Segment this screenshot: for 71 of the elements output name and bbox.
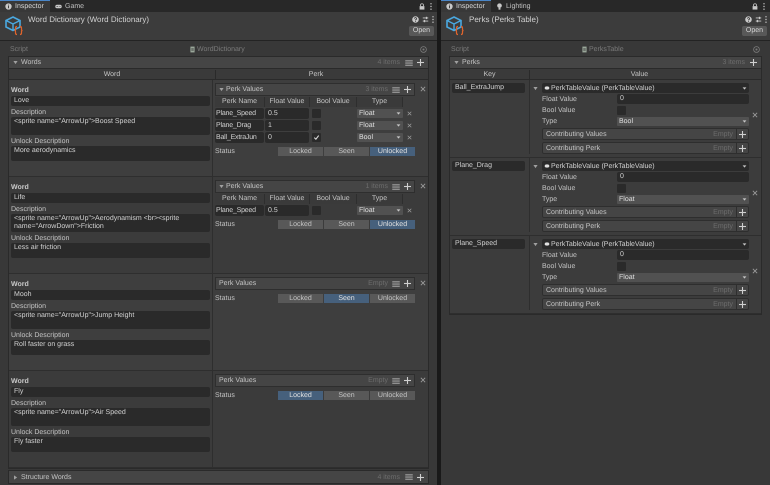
object-picker-icon[interactable] [420, 46, 427, 52]
remove-icon[interactable] [420, 280, 426, 286]
list-icon[interactable] [392, 86, 400, 92]
add-icon[interactable] [750, 59, 757, 66]
expanded-arrow-icon[interactable] [219, 184, 224, 189]
lock-icon[interactable] [419, 2, 425, 10]
scriptable-object-icon [4, 16, 24, 36]
inspector-title: Word Dictionary (Word Dictionary) [28, 15, 150, 26]
info-icon [5, 3, 12, 10]
remove-icon[interactable] [406, 123, 412, 128]
add-icon[interactable] [417, 59, 424, 66]
dropdown-caret-icon [742, 276, 747, 278]
list-icon[interactable] [392, 280, 400, 286]
add-icon[interactable] [417, 474, 424, 480]
dropdown-caret-icon [396, 209, 401, 212]
remove-icon[interactable] [420, 183, 426, 189]
lightbulb-icon [496, 2, 503, 10]
add-icon[interactable] [739, 300, 746, 308]
settings-icon[interactable] [755, 16, 762, 23]
object-icon [544, 242, 550, 246]
expanded-arrow-icon[interactable] [533, 86, 538, 90]
inspector-title: Perks (Perks Table) [469, 15, 539, 26]
dropdown-caret-icon [742, 164, 747, 168]
expanded-arrow-icon[interactable] [13, 60, 18, 65]
remove-icon[interactable] [420, 86, 426, 92]
lock-icon[interactable] [752, 2, 758, 10]
script-file-icon [582, 46, 587, 52]
add-icon[interactable] [739, 286, 746, 294]
object-icon [544, 164, 550, 168]
list-icon[interactable] [392, 378, 400, 384]
add-icon[interactable] [739, 208, 746, 216]
expanded-arrow-icon[interactable] [533, 164, 538, 168]
collapsed-arrow-icon[interactable] [13, 474, 18, 480]
dropdown-caret-icon [742, 86, 747, 90]
list-icon[interactable] [405, 474, 413, 480]
add-icon[interactable] [404, 86, 411, 93]
remove-icon[interactable] [752, 190, 758, 196]
help-icon[interactable] [745, 16, 752, 23]
dropdown-caret-icon [396, 124, 401, 127]
script-file-icon [190, 46, 195, 52]
checkbox[interactable] [312, 133, 321, 142]
add-icon[interactable] [739, 144, 746, 152]
remove-icon[interactable] [406, 135, 412, 140]
info-icon [446, 3, 453, 10]
dropdown-caret-icon [742, 120, 747, 122]
remove-icon[interactable] [406, 208, 412, 213]
remove-icon[interactable] [420, 377, 426, 383]
add-icon[interactable] [404, 183, 411, 190]
add-icon[interactable] [739, 130, 746, 138]
settings-icon[interactable] [422, 16, 429, 23]
help-icon[interactable] [412, 16, 419, 23]
expanded-arrow-icon[interactable] [533, 242, 538, 246]
object-picker-icon[interactable] [753, 46, 760, 52]
expanded-arrow-icon[interactable] [454, 60, 459, 65]
dropdown-caret-icon [396, 112, 401, 115]
remove-icon[interactable] [752, 268, 758, 274]
scriptable-object-icon [445, 16, 465, 36]
expanded-arrow-icon[interactable] [219, 87, 224, 92]
dropdown-caret-icon [396, 136, 401, 139]
remove-icon[interactable] [406, 111, 412, 116]
add-icon[interactable] [404, 377, 411, 384]
remove-icon[interactable] [752, 112, 758, 118]
object-icon [544, 86, 550, 90]
dropdown-caret-icon [742, 198, 747, 200]
gamepad-icon [55, 2, 62, 10]
add-icon[interactable] [404, 280, 411, 287]
dropdown-caret-icon [742, 242, 747, 246]
list-icon[interactable] [392, 184, 400, 190]
add-icon[interactable] [739, 222, 746, 230]
checkmark-icon [313, 134, 320, 141]
list-icon[interactable] [405, 60, 413, 66]
